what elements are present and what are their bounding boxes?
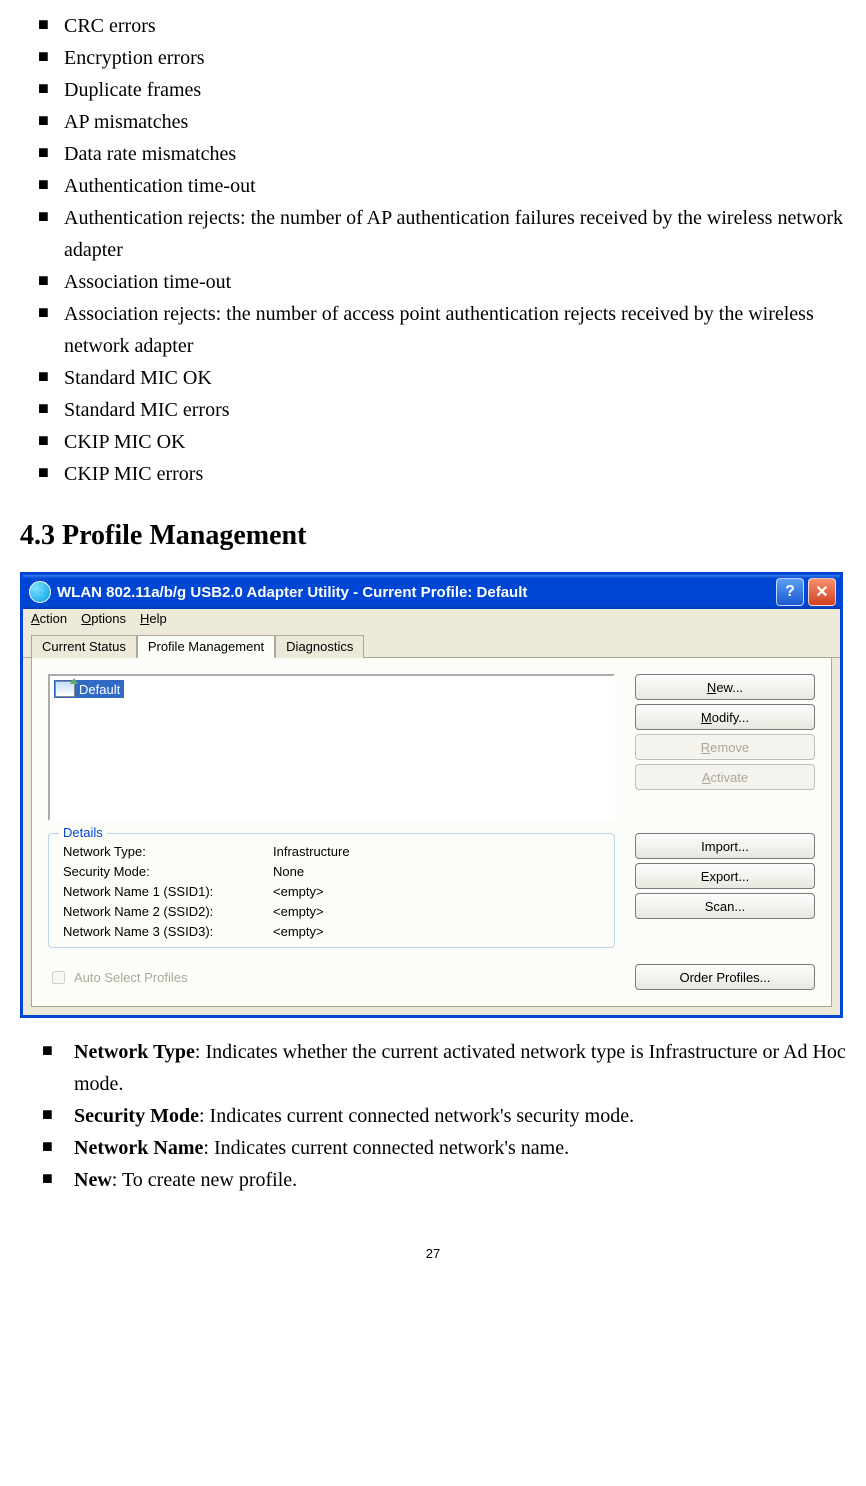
- profile-icon: [55, 681, 75, 697]
- details-groupbox: Details Network Type: Infrastructure Sec…: [48, 833, 615, 948]
- list-item: Standard MIC OK: [38, 362, 846, 394]
- detail-value: <empty>: [273, 924, 600, 939]
- modify-button[interactable]: Modify...: [635, 704, 815, 730]
- profile-item-default[interactable]: Default: [54, 680, 124, 698]
- titlebar: WLAN 802.11a/b/g USB2.0 Adapter Utility …: [23, 575, 840, 609]
- detail-label: Network Name 2 (SSID2):: [63, 904, 273, 919]
- description-list: Network Type: Indicates whether the curr…: [42, 1036, 846, 1196]
- list-item: Security Mode: Indicates current connect…: [42, 1100, 846, 1132]
- list-item: Network Name: Indicates current connecte…: [42, 1132, 846, 1164]
- list-item: Standard MIC errors: [38, 394, 846, 426]
- list-item: CKIP MIC errors: [38, 458, 846, 490]
- window-title: WLAN 802.11a/b/g USB2.0 Adapter Utility …: [57, 584, 527, 601]
- detail-label: Security Mode:: [63, 864, 273, 879]
- detail-value: <empty>: [273, 884, 600, 899]
- detail-value: <empty>: [273, 904, 600, 919]
- export-button[interactable]: Export...: [635, 863, 815, 889]
- order-profiles-button[interactable]: Order Profiles...: [635, 964, 815, 990]
- list-item: Network Type: Indicates whether the curr…: [42, 1036, 846, 1100]
- tab-content: Default New... Modify... Remove Activate…: [31, 658, 832, 1007]
- list-item: Data rate mismatches: [38, 138, 846, 170]
- activate-button[interactable]: Activate: [635, 764, 815, 790]
- utility-window: WLAN 802.11a/b/g USB2.0 Adapter Utility …: [20, 572, 843, 1018]
- menubar: Action Options Help: [23, 609, 840, 628]
- remove-button[interactable]: Remove: [635, 734, 815, 760]
- list-item: Encryption errors: [38, 42, 846, 74]
- tab-diagnostics[interactable]: Diagnostics: [275, 635, 364, 658]
- list-item: Duplicate frames: [38, 74, 846, 106]
- detail-value: Infrastructure: [273, 844, 600, 859]
- auto-select-profiles: Auto Select Profiles: [48, 968, 187, 987]
- list-item: Association rejects: the number of acces…: [38, 298, 846, 362]
- menu-help[interactable]: Help: [140, 611, 167, 626]
- tab-row: Current Status Profile Management Diagno…: [23, 628, 840, 658]
- page-number: 27: [20, 1246, 846, 1261]
- profile-list[interactable]: Default: [48, 674, 615, 821]
- menu-action[interactable]: Action: [31, 611, 67, 626]
- close-icon[interactable]: ✕: [808, 578, 836, 606]
- app-icon: [29, 581, 51, 603]
- detail-label: Network Name 3 (SSID3):: [63, 924, 273, 939]
- detail-label: Network Type:: [63, 844, 273, 859]
- scan-button[interactable]: Scan...: [635, 893, 815, 919]
- detail-value: None: [273, 864, 600, 879]
- tab-current-status[interactable]: Current Status: [31, 635, 137, 658]
- new-button[interactable]: New...: [635, 674, 815, 700]
- auto-select-checkbox: [52, 971, 65, 984]
- detail-label: Network Name 1 (SSID1):: [63, 884, 273, 899]
- details-legend: Details: [59, 825, 107, 840]
- section-heading: 4.3 Profile Management: [20, 520, 846, 552]
- auto-select-label: Auto Select Profiles: [74, 970, 187, 985]
- list-item: AP mismatches: [38, 106, 846, 138]
- top-bullet-list: CRC errors Encryption errors Duplicate f…: [38, 10, 846, 490]
- import-button[interactable]: Import...: [635, 833, 815, 859]
- menu-options[interactable]: Options: [81, 611, 126, 626]
- list-item: Authentication rejects: the number of AP…: [38, 202, 846, 266]
- list-item: Association time-out: [38, 266, 846, 298]
- list-item: CRC errors: [38, 10, 846, 42]
- help-icon[interactable]: ?: [776, 578, 804, 606]
- tab-profile-management[interactable]: Profile Management: [137, 635, 275, 658]
- list-item: Authentication time-out: [38, 170, 846, 202]
- profile-item-label: Default: [79, 682, 120, 697]
- list-item: New: To create new profile.: [42, 1164, 846, 1196]
- list-item: CKIP MIC OK: [38, 426, 846, 458]
